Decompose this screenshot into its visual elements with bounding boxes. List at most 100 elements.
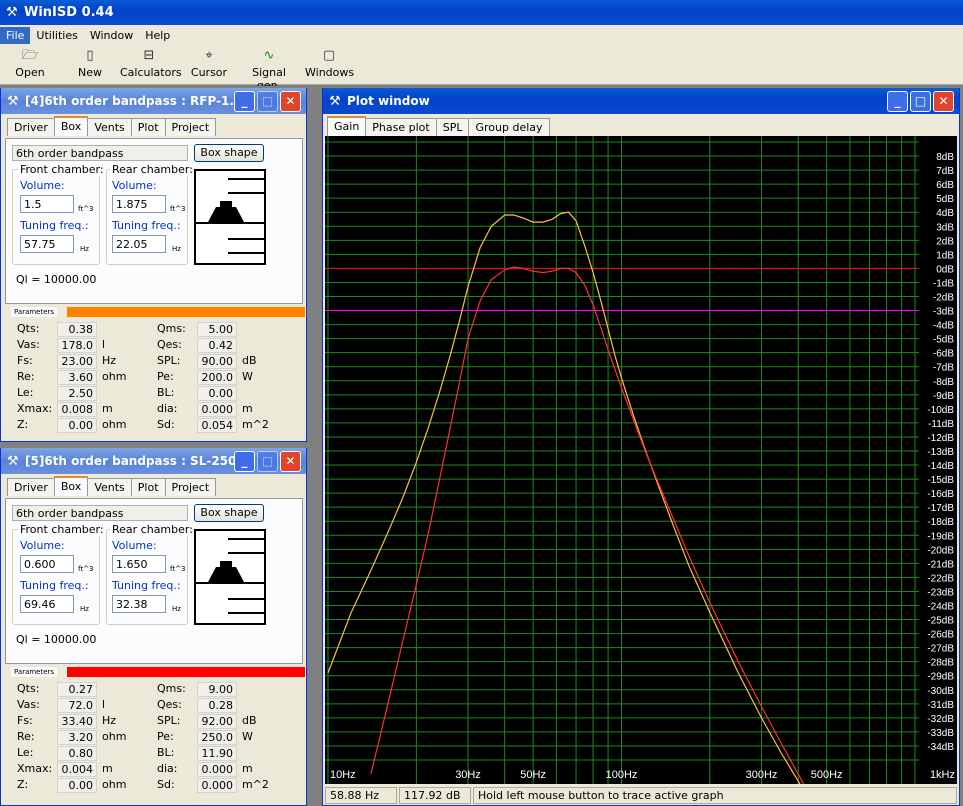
calculators-button[interactable]: ⊟ Calculators	[120, 48, 182, 79]
param-unit: m	[102, 762, 113, 775]
y-tick-label: -10dB	[927, 405, 954, 416]
tab-project[interactable]: Project	[164, 478, 217, 496]
y-tick-label: -27dB	[927, 644, 954, 655]
maximize-button[interactable]: □	[257, 451, 278, 472]
param-name: Le:	[17, 746, 34, 759]
y-tick-label: -16dB	[927, 489, 954, 500]
menu-utilities[interactable]: Utilities	[30, 27, 83, 44]
gain-plot[interactable]: 8dB 7dB 6dB 5dB 4dB 3dB 2dB 1dB 0dB -1dB -2dB -3dB -…	[325, 136, 957, 806]
front-tuning-label: Tuning freq.:	[20, 219, 89, 232]
param-unit: l	[102, 338, 106, 351]
param-value: 92.00	[197, 714, 237, 729]
box-shape-button[interactable]: Box shape	[194, 504, 264, 522]
minimize-button[interactable]: _	[234, 91, 255, 112]
cursor-button[interactable]: ⌖ Cursor	[190, 48, 228, 79]
rear-chamber-label: Rear chamber:	[110, 523, 195, 536]
tab-plot[interactable]: Plot	[130, 478, 166, 496]
y-tick-label: -14dB	[927, 461, 954, 472]
front-tuning-label: Tuning freq.:	[20, 579, 89, 592]
new-document-icon: ▯	[86, 48, 94, 63]
param-name: SPL:	[157, 714, 181, 727]
param-value: 0.008	[57, 402, 97, 417]
close-button[interactable]: ✕	[280, 451, 301, 472]
app-title: WinISD 0.44	[24, 5, 114, 20]
param-name: Qes:	[157, 338, 182, 351]
param-value: 250.0	[197, 730, 237, 745]
mdi-area: ⚒ [4]6th order bandpass : RFP-1... _ □ ✕ Driv…	[0, 86, 963, 806]
minimize-button[interactable]: _	[234, 451, 255, 472]
param-name: Qes:	[157, 698, 182, 711]
tab-box[interactable]: Box	[53, 476, 89, 496]
box-shape-button[interactable]: Box shape	[194, 144, 264, 162]
parameters-color-bar[interactable]	[67, 307, 305, 317]
y-tick-label: -22dB	[927, 573, 954, 584]
front-chamber-label: Front chamber:	[18, 523, 106, 536]
tab-box[interactable]: Box	[53, 116, 89, 136]
tab-driver[interactable]: Driver	[7, 478, 55, 496]
rear-volume-input[interactable]: 1.650	[112, 555, 166, 573]
param-name: Sd:	[157, 778, 175, 791]
param-name: Re:	[17, 370, 35, 383]
front-chamber-label: Front chamber:	[18, 163, 106, 176]
param-value: 0.42	[197, 338, 237, 353]
front-tuning-input[interactable]: 69.46	[20, 595, 74, 613]
front-volume-label: Volume:	[20, 179, 65, 192]
param-value: 33.40	[57, 714, 97, 729]
rear-chamber-label: Rear chamber:	[110, 163, 195, 176]
status-frequency: 58.88 Hz	[325, 787, 397, 804]
rear-volume-label: Volume:	[112, 539, 157, 552]
menu-file[interactable]: File	[0, 26, 31, 44]
ql-label: Ql = 10000.00	[16, 273, 97, 286]
tab-vents[interactable]: Vents	[87, 118, 132, 136]
tab-group-delay[interactable]: Group delay	[468, 118, 550, 136]
open-folder-icon: 🗁	[22, 48, 39, 63]
x-tick-label: 300Hz	[746, 769, 778, 781]
project-tabs: Driver Box Vents Plot Project	[7, 116, 217, 136]
app-wrench-icon: ⚒	[6, 5, 18, 20]
windows-icon: ▢	[322, 48, 336, 63]
front-volume-unit: ft^3	[78, 205, 94, 213]
rear-tuning-input[interactable]: 32.38	[112, 595, 166, 613]
windows-button[interactable]: ▢ Windows	[305, 48, 354, 79]
new-button[interactable]: ▯ New	[72, 48, 108, 79]
minimize-button[interactable]: _	[887, 91, 908, 112]
menubar: File Utilities Window Help	[0, 25, 963, 45]
close-button[interactable]: ✕	[933, 91, 954, 112]
signal-generator-icon: ∿	[263, 48, 275, 63]
y-tick-label: -33dB	[927, 728, 954, 739]
param-unit: m	[242, 402, 253, 415]
status-hint: Hold left mouse button to trace active g…	[473, 787, 957, 804]
param-value: 0.000	[197, 762, 237, 777]
parameters-color-bar[interactable]	[67, 667, 305, 677]
menu-help[interactable]: Help	[139, 27, 176, 44]
tab-vents[interactable]: Vents	[87, 478, 132, 496]
menu-window[interactable]: Window	[84, 27, 139, 44]
y-tick-label: 2dB	[936, 236, 954, 247]
tab-phase-plot[interactable]: Phase plot	[365, 118, 437, 136]
y-tick-label: -23dB	[927, 587, 954, 598]
front-tuning-input[interactable]: 57.75	[20, 235, 74, 253]
maximize-button[interactable]: □	[257, 91, 278, 112]
toolbar: 🗁 Open ▯ New ⊟ Calculators ⌖ Cursor ∿ Signal …	[0, 45, 963, 92]
rear-tuning-label: Tuning freq.:	[112, 579, 181, 592]
box-diagram	[194, 169, 266, 265]
param-name: dia:	[157, 402, 178, 415]
param-value: 0.27	[57, 682, 97, 697]
rear-volume-unit: ft^3	[170, 565, 186, 573]
open-button[interactable]: 🗁 Open	[12, 48, 48, 79]
tab-gain[interactable]: Gain	[327, 116, 367, 136]
rear-tuning-input[interactable]: 22.05	[112, 235, 166, 253]
maximize-button[interactable]: □	[910, 91, 931, 112]
close-button[interactable]: ✕	[280, 91, 301, 112]
param-unit: l	[102, 698, 106, 711]
y-tick-label: -15dB	[927, 475, 954, 486]
y-tick-label: -1dB	[933, 278, 954, 289]
tab-project[interactable]: Project	[164, 118, 217, 136]
rear-volume-input[interactable]: 1.875	[112, 195, 166, 213]
y-tick-label: -18dB	[927, 517, 954, 528]
tab-spl[interactable]: SPL	[435, 118, 470, 136]
tab-plot[interactable]: Plot	[130, 118, 166, 136]
tab-driver[interactable]: Driver	[7, 118, 55, 136]
front-volume-input[interactable]: 0.600	[20, 555, 74, 573]
front-volume-input[interactable]: 1.5	[20, 195, 74, 213]
